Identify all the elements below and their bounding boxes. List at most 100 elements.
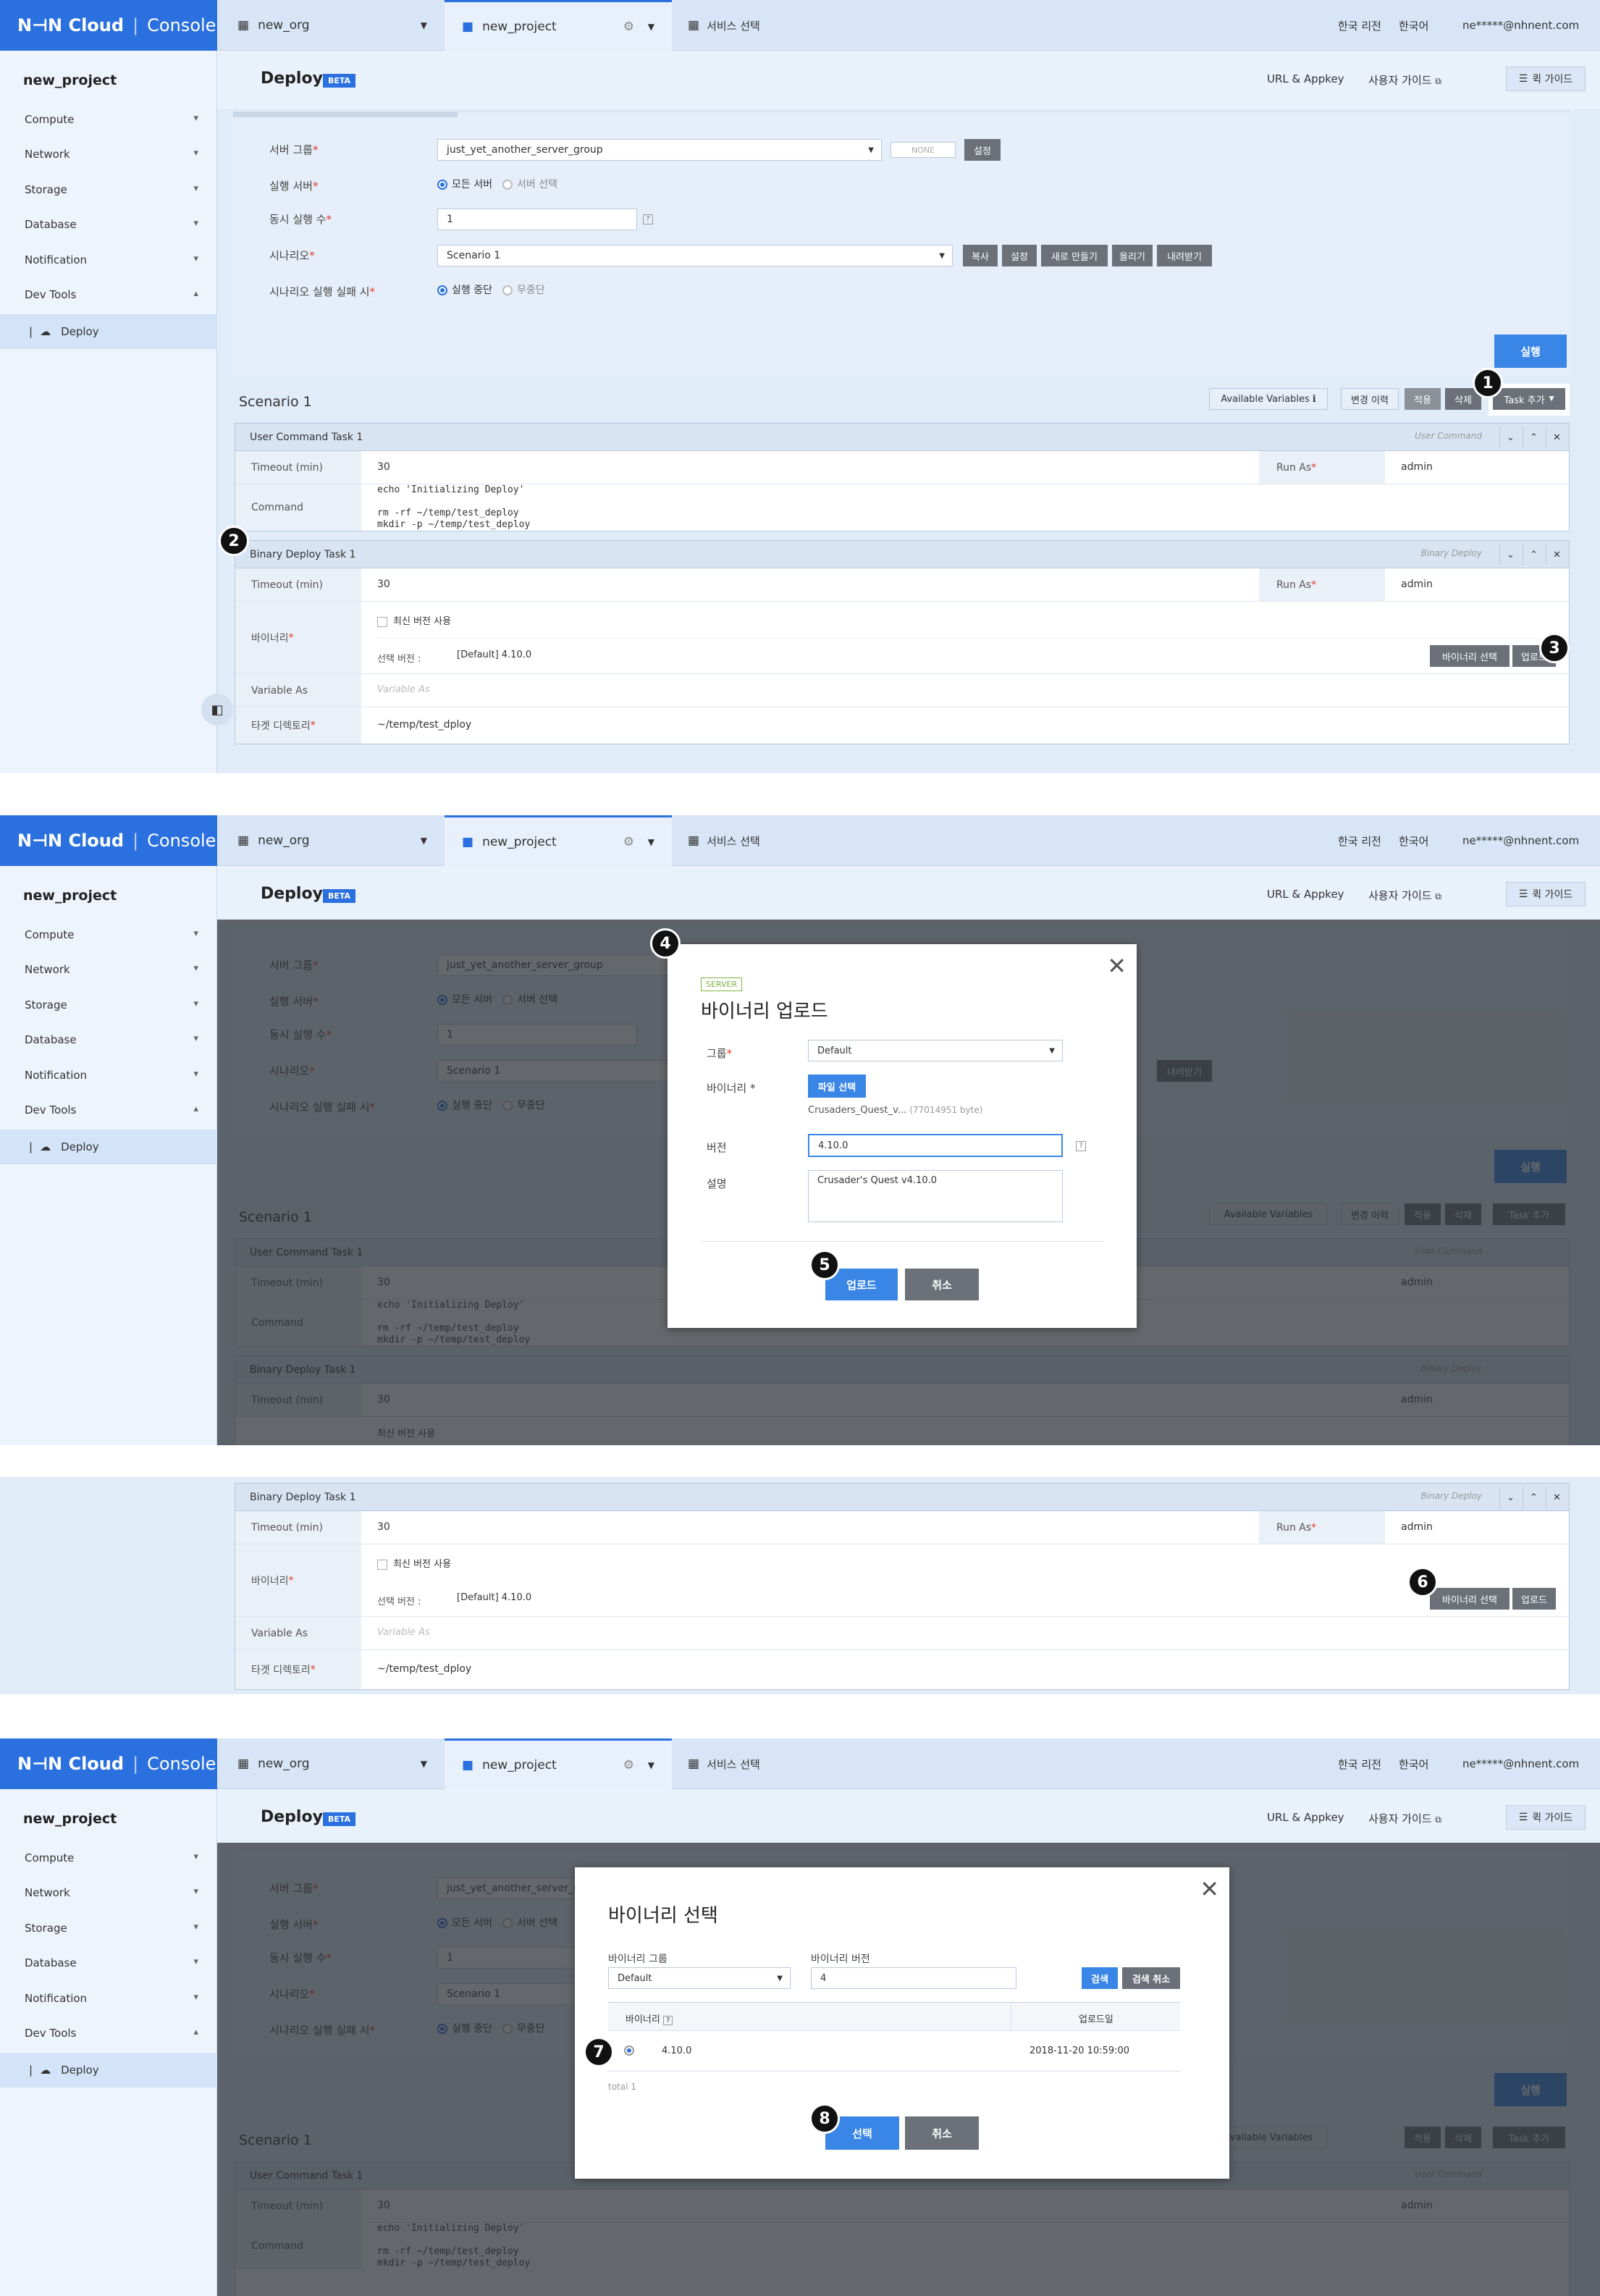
timeout-value[interactable]: 30: [377, 461, 390, 473]
scenario-select[interactable]: Scenario 1 ▼: [437, 245, 953, 266]
url-appkey-link[interactable]: URL & Appkey: [1267, 1811, 1344, 1824]
user-guide-link[interactable]: 사용자 가이드 ⧉: [1368, 72, 1441, 88]
sidebar-item-compute[interactable]: Compute ▾: [25, 1851, 198, 1864]
chevron-down-icon[interactable]: ⌄: [1499, 426, 1521, 448]
cancel-button[interactable]: 취소: [905, 2116, 979, 2150]
binary-group-select[interactable]: Default ▼: [608, 1967, 791, 1989]
quick-guide-button[interactable]: ☰ 퀵 가이드: [1506, 1805, 1586, 1830]
org-tab[interactable]: ▦ new_org ▼: [217, 1738, 442, 1789]
sidebar-item-notification[interactable]: Notification ▾: [25, 253, 198, 266]
scenario-settings-button[interactable]: 설정: [1002, 245, 1037, 266]
service-select-tab[interactable]: ▦ 서비스 선택: [688, 815, 760, 866]
row-radio[interactable]: [624, 2045, 634, 2056]
sidebar-item-network[interactable]: Network ▾: [25, 963, 198, 976]
gear-icon[interactable]: ⚙: [623, 835, 634, 849]
radio-select-server[interactable]: [502, 180, 513, 190]
chevron-down-icon[interactable]: ⌄: [1499, 544, 1521, 565]
region-selector[interactable]: 한국 리전: [1338, 1738, 1381, 1789]
variable-as-input[interactable]: Variable As: [377, 684, 430, 695]
user-account[interactable]: ne*****@nhnent.com: [1462, 1738, 1579, 1789]
close-icon[interactable]: ✕: [1546, 544, 1567, 565]
table-row[interactable]: 4.10.0 2018-11-20 10:59:00: [608, 2031, 1180, 2072]
sidebar-item-storage[interactable]: Storage ▾: [25, 998, 198, 1012]
chevron-down-icon[interactable]: ⌄: [1499, 1486, 1521, 1508]
close-icon[interactable]: ✕: [1546, 1486, 1567, 1508]
use-latest-checkbox[interactable]: 최신 버전 사용: [377, 1556, 451, 1570]
project-tab[interactable]: ■ new_project ⚙ ▼: [445, 815, 672, 866]
console-logo[interactable]: N⊣N Cloud | Console: [0, 815, 217, 866]
language-selector[interactable]: 한국어: [1399, 1738, 1428, 1789]
chevron-down-icon[interactable]: ▼: [648, 22, 654, 32]
sidebar-item-storage[interactable]: Storage ▾: [25, 1922, 198, 1935]
help-icon[interactable]: ?: [662, 2016, 673, 2025]
search-button[interactable]: 검색: [1082, 1967, 1118, 1989]
sidebar-item-network[interactable]: Network ▾: [25, 1886, 198, 1899]
target-dir-value[interactable]: ~/temp/test_dploy: [377, 1663, 471, 1675]
console-logo[interactable]: N⊣N Cloud | Console: [0, 1738, 217, 1789]
timeout-value[interactable]: 30: [377, 579, 390, 590]
version-input[interactable]: 4.10.0: [808, 1134, 1063, 1157]
select-binary-button[interactable]: 바이너리 선택: [1430, 1588, 1510, 1610]
run-as-value[interactable]: admin: [1401, 461, 1433, 473]
close-icon[interactable]: ✕: [1546, 426, 1567, 448]
command-value[interactable]: echo 'Initializing Deploy' rm -rf ~/temp…: [377, 484, 530, 531]
variable-as-input[interactable]: Variable As: [377, 1627, 430, 1638]
chevron-up-icon[interactable]: ⌃: [1523, 544, 1544, 565]
sidebar-item-compute[interactable]: Compute ▾: [25, 928, 198, 941]
user-account[interactable]: ne*****@nhnent.com: [1462, 0, 1579, 51]
search-cancel-button[interactable]: 검색 취소: [1122, 1967, 1180, 1989]
scenario-copy-button[interactable]: 복사: [963, 245, 998, 266]
add-task-button[interactable]: Task 추가 ▼: [1493, 388, 1565, 410]
quick-guide-button[interactable]: ☰ 퀵 가이드: [1506, 882, 1586, 907]
file-select-button[interactable]: 파일 선택: [808, 1075, 866, 1098]
sidebar-item-database[interactable]: Database ▾: [25, 1956, 198, 1969]
sidebar-item-storage[interactable]: Storage ▾: [25, 183, 198, 196]
region-selector[interactable]: 한국 리전: [1338, 0, 1381, 51]
sidebar-subitem-deploy[interactable]: | ☁ Deploy: [0, 314, 217, 349]
sidebar-item-database[interactable]: Database ▾: [25, 1033, 198, 1046]
service-select-tab[interactable]: ▦ 서비스 선택: [688, 1738, 760, 1789]
radio-stop[interactable]: [437, 285, 447, 295]
sidebar-subitem-deploy[interactable]: | ☁ Deploy: [0, 1130, 217, 1164]
available-variables-button[interactable]: Available Variables ℹ: [1209, 388, 1328, 410]
server-group-settings-button[interactable]: 설정: [964, 139, 1001, 161]
use-latest-checkbox[interactable]: 최신 버전 사용: [377, 613, 451, 627]
sidebar-item-dev-tools[interactable]: Dev Tools ▴: [25, 288, 198, 301]
run-button[interactable]: 실행: [1494, 335, 1567, 368]
user-account[interactable]: ne*****@nhnent.com: [1462, 815, 1579, 866]
sidebar-item-dev-tools[interactable]: Dev Tools ▴: [25, 2027, 198, 2040]
sidebar-item-notification[interactable]: Notification ▾: [25, 1069, 198, 1082]
scenario-download-button[interactable]: 내려받기: [1157, 245, 1212, 266]
sidebar-item-compute[interactable]: Compute ▾: [25, 113, 198, 126]
apply-button[interactable]: 적용: [1405, 388, 1441, 410]
binary-version-input[interactable]: 4: [811, 1967, 1016, 1989]
group-select[interactable]: Default ▼: [808, 1040, 1063, 1061]
chevron-up-icon[interactable]: ⌃: [1523, 426, 1544, 448]
run-as-value[interactable]: admin: [1401, 1521, 1433, 1533]
sidebar-subitem-deploy[interactable]: | ☁ Deploy: [0, 2053, 217, 2087]
chevron-up-icon[interactable]: ⌃: [1523, 1486, 1544, 1508]
run-as-value[interactable]: admin: [1401, 579, 1433, 590]
project-tab[interactable]: ■ new_project ⚙ ▼: [445, 0, 672, 51]
sidebar-item-database[interactable]: Database ▾: [25, 218, 198, 231]
radio-ignore[interactable]: [502, 285, 513, 295]
url-appkey-link[interactable]: URL & Appkey: [1267, 72, 1344, 85]
chevron-down-icon[interactable]: ▼: [648, 837, 654, 847]
upload-button[interactable]: 업로드: [1512, 1588, 1556, 1610]
scenario-upload-button[interactable]: 올리기: [1112, 245, 1153, 266]
concurrent-input[interactable]: 1: [437, 209, 637, 230]
console-logo[interactable]: N⊣N Cloud | Console: [0, 0, 217, 51]
description-textarea[interactable]: Crusader's Quest v4.10.0: [808, 1170, 1063, 1222]
server-group-select[interactable]: just_yet_another_server_group ▼: [437, 139, 882, 161]
timeout-value[interactable]: 30: [377, 1521, 390, 1533]
user-guide-link[interactable]: 사용자 가이드 ⧉: [1368, 888, 1441, 903]
gear-icon[interactable]: ⚙: [623, 1758, 634, 1773]
target-dir-value[interactable]: ~/temp/test_dploy: [377, 719, 471, 731]
sidebar-item-notification[interactable]: Notification ▾: [25, 1992, 198, 2005]
user-guide-link[interactable]: 사용자 가이드 ⧉: [1368, 1811, 1441, 1826]
help-icon[interactable]: ?: [1076, 1141, 1086, 1151]
scenario-new-button[interactable]: 새로 만들기: [1041, 245, 1108, 266]
org-tab[interactable]: ▦ new_org ▼: [217, 0, 442, 51]
change-history-button[interactable]: 변경 이력: [1341, 388, 1399, 410]
quick-guide-button[interactable]: ☰ 퀵 가이드: [1506, 67, 1586, 91]
